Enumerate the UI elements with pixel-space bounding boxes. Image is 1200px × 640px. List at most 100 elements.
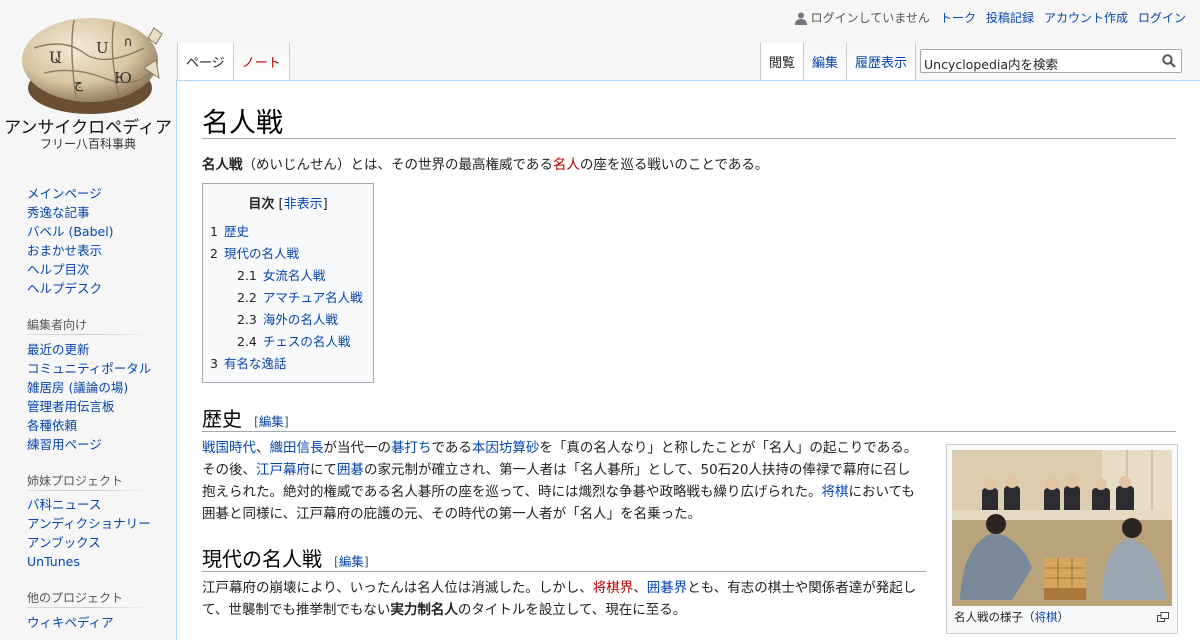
sidebar-editors: 最近の更新 コミュニティポータル 雑居房 (議論の場) 管理者用伝言板 各種依頼…	[27, 340, 151, 454]
edit-bracket-close: ]	[283, 414, 289, 429]
link-edo-shogunate[interactable]: 江戸幕府	[256, 462, 310, 478]
sidebar-item-helpdesk[interactable]: ヘルプデスク	[27, 279, 114, 298]
link-meijin[interactable]: 名人	[553, 157, 580, 173]
toc-header: 目次 [非表示]	[203, 193, 373, 212]
search-input[interactable]: Uncyclopedia内を検索	[924, 54, 1058, 73]
toc-hide-toggle[interactable]: 非表示	[284, 197, 323, 212]
shogi-match-photo[interactable]	[952, 450, 1172, 606]
link-sansa[interactable]: 本因坊算砂	[472, 440, 540, 456]
enlarge-icon[interactable]	[1157, 612, 1169, 622]
link-shogi-world[interactable]: 将棋界	[593, 580, 634, 596]
sidebar-item-dictionary[interactable]: アンディクショナリー	[27, 514, 151, 533]
sidebar-item-babel[interactable]: バベル (Babel)	[27, 222, 114, 241]
site-logo[interactable]: Ա U Ю ج ก アンサイクロペディア フリー八百科事典	[0, 0, 176, 160]
sidebar-item-news[interactable]: バ科ニュース	[27, 495, 151, 514]
toc-number: 2	[210, 246, 218, 261]
sidebar-item-featured[interactable]: 秀逸な記事	[27, 203, 114, 222]
sidebar-item-random[interactable]: おまかせ表示	[27, 241, 114, 260]
toc-item[interactable]: 1 歴史	[210, 221, 249, 240]
talk-link[interactable]: トーク	[940, 9, 976, 26]
sidebar-sister-projects: バ科ニュース アンディクショナリー アンブックス UnTunes	[27, 495, 151, 571]
modern-paragraph: 江戸幕府の崩壊により、いったんは名人位は消滅した。しかし、将棋界、囲碁界とも、有…	[202, 577, 922, 621]
tab-read[interactable]: 閲覧	[760, 43, 805, 81]
search-box[interactable]: Uncyclopedia内を検索	[920, 49, 1182, 73]
sidebar-heading-sister[interactable]: 姉妹プロジェクト	[27, 472, 123, 489]
section-edit-link[interactable]: 編集	[339, 554, 364, 569]
puzzle-globe-logo: Ա U Ю ج ก	[22, 18, 163, 114]
toc-item[interactable]: 3 有名な逸話	[210, 353, 286, 372]
sidebar-heading-editors[interactable]: 編集者向け	[27, 316, 87, 333]
toc-link[interactable]: 歴史	[224, 224, 249, 239]
intro-paragraph: 名人戦（めいじんせん）とは、その世界の最高権威である名人の座を巡る戦いのことであ…	[202, 154, 1162, 176]
sidebar-navigation: メインページ 秀逸な記事 バベル (Babel) おまかせ表示 ヘルプ目次 ヘル…	[27, 184, 114, 298]
sidebar-item-recent-changes[interactable]: 最近の更新	[27, 340, 151, 359]
sidebar-item-sandbox[interactable]: 練習用ページ	[27, 435, 151, 454]
tab-edit[interactable]: 編集	[804, 43, 848, 80]
svg-text:ก: ก	[124, 35, 132, 50]
toc-item[interactable]: 2.2 アマチュア名人戦	[237, 287, 363, 306]
contributions-link[interactable]: 投稿記録	[986, 9, 1034, 26]
intro-text-2: の座を巡る戦いのことである。	[579, 157, 769, 173]
sidebar-item-main-page[interactable]: メインページ	[27, 184, 114, 203]
toc-item[interactable]: 2.1 女流名人戦	[237, 265, 325, 284]
sidebar-item-wikipedia[interactable]: ウィキペディア	[27, 613, 114, 632]
history-text: が当代一の	[323, 440, 392, 456]
toc-link[interactable]: 有名な逸話	[224, 356, 287, 371]
toc-item[interactable]: 2.3 海外の名人戦	[237, 309, 338, 328]
sidebar-item-community-portal[interactable]: コミュニティポータル	[27, 359, 151, 378]
modern-comma: 、	[633, 580, 647, 596]
toc-link[interactable]: 現代の名人戦	[224, 246, 299, 261]
section-edit: [編集]	[334, 554, 369, 569]
sidebar-item-requests[interactable]: 各種依頼	[27, 416, 151, 435]
sidebar-divider	[27, 607, 155, 608]
sidebar-item-untunes[interactable]: UnTunes	[27, 552, 151, 571]
tab-talk[interactable]: ノート	[233, 43, 290, 80]
sidebar-other-projects: ウィキペディア	[27, 613, 114, 632]
toc-link[interactable]: 女流名人戦	[263, 268, 326, 283]
section-edit: [編集]	[254, 414, 289, 429]
toc-number: 2.2	[237, 290, 257, 305]
link-sengoku[interactable]: 戦国時代	[202, 440, 256, 456]
sidebar-item-help[interactable]: ヘルプ目次	[27, 260, 114, 279]
toc-number: 2.4	[237, 334, 257, 349]
caption-text-end: ）	[1057, 610, 1070, 624]
toc-link[interactable]: 海外の名人戦	[263, 312, 338, 327]
section-edit-link[interactable]: 編集	[259, 414, 284, 429]
tab-history[interactable]: 履歴表示	[847, 43, 917, 80]
section-divider	[202, 571, 926, 572]
article-content: 名人戦 名人戦（めいじんせん）とは、その世界の最高権威である名人の座を巡る戦いの…	[176, 80, 1200, 640]
namespace-tabs: ページ ノート	[177, 43, 290, 81]
login-link[interactable]: ログイン	[1138, 9, 1186, 26]
toc-title: 目次	[248, 197, 275, 212]
toc-link[interactable]: アマチュア名人戦	[263, 290, 363, 305]
svg-text:Ю: Ю	[114, 69, 132, 87]
site-tagline: フリー八百科事典	[39, 137, 136, 151]
sidebar-heading-other[interactable]: 他のプロジェクト	[27, 589, 123, 606]
page-title: 名人戦	[202, 108, 283, 139]
create-account-link[interactable]: アカウント作成	[1044, 9, 1128, 26]
section-heading-text: 現代の名人戦	[202, 547, 322, 571]
link-igo[interactable]: 囲碁	[337, 462, 364, 478]
tab-page[interactable]: ページ	[177, 43, 234, 81]
toc-number: 2.1	[237, 268, 257, 283]
title-divider	[202, 138, 1176, 139]
table-of-contents: 目次 [非表示] 1 歴史 2 現代の名人戦 2.1 女流名人戦 2.2 アマチュア名人…	[202, 183, 374, 383]
section-heading-modern: 現代の名人戦 [編集]	[202, 543, 369, 572]
toc-item[interactable]: 2.4 チェスの名人戦	[237, 331, 350, 350]
link-nobunaga[interactable]: 織田信長	[270, 440, 324, 456]
sidebar-item-books[interactable]: アンブックス	[27, 533, 151, 552]
sidebar-item-village-pump[interactable]: 雑居房 (議論の場)	[27, 378, 151, 397]
history-text: である	[431, 440, 472, 456]
link-shogi[interactable]: 将棋	[822, 484, 849, 500]
not-logged-in-text: ログインしていません	[810, 11, 930, 25]
user-icon	[794, 12, 807, 25]
search-icon[interactable]	[1162, 54, 1176, 68]
toc-item[interactable]: 2 現代の名人戦	[210, 243, 299, 262]
caption-link-shogi[interactable]: 将棋	[1035, 610, 1058, 624]
link-igo-world[interactable]: 囲碁界	[647, 580, 688, 596]
section-heading-text: 歴史	[202, 407, 242, 431]
link-go-player[interactable]: 碁打ち	[391, 440, 432, 456]
toc-link[interactable]: チェスの名人戦	[263, 334, 351, 349]
sidebar-item-admin-noticeboard[interactable]: 管理者用伝言板	[27, 397, 151, 416]
svg-text:U: U	[96, 39, 109, 57]
